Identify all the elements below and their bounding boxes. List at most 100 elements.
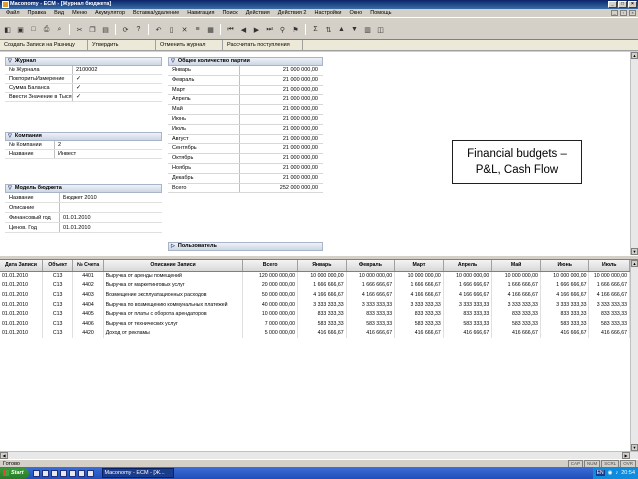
table-cell[interactable]: 4402 bbox=[72, 280, 104, 291]
refresh-icon[interactable]: ⟳ bbox=[120, 24, 131, 35]
lower-vertical-scrollbar[interactable]: ▲ ▼ bbox=[630, 260, 638, 451]
table-cell[interactable]: 7 000 000,00 bbox=[242, 318, 299, 329]
scroll-left-icon[interactable]: ◀ bbox=[0, 452, 8, 459]
table-cell[interactable]: 583 333,33 bbox=[443, 318, 493, 329]
table-cell[interactable]: С13 bbox=[42, 290, 74, 300]
table-cell[interactable]: С13 bbox=[42, 318, 74, 329]
table-cell[interactable]: 10 000 000,00 bbox=[297, 271, 347, 281]
column-header[interactable]: Описание Записи bbox=[103, 260, 244, 272]
table-cell[interactable]: 833 333,33 bbox=[394, 309, 444, 319]
period-value[interactable]: 21 000 000,00 bbox=[240, 125, 323, 134]
scroll-down-icon[interactable]: ▼ bbox=[631, 248, 638, 255]
scroll-down-icon[interactable]: ▼ bbox=[631, 444, 638, 451]
doc-restore-button[interactable]: ▫ bbox=[620, 10, 627, 16]
table-cell[interactable]: 4401 bbox=[72, 271, 104, 281]
period-value[interactable]: 21 000 000,00 bbox=[240, 115, 323, 124]
upper-vertical-scrollbar[interactable]: ▲ ▼ bbox=[630, 52, 638, 255]
doc-icon[interactable]: ▯ bbox=[166, 24, 177, 35]
quick-launch-icon[interactable] bbox=[86, 469, 94, 477]
table-cell[interactable]: 10 000 000,00 bbox=[346, 271, 396, 281]
table-cell[interactable]: 4405 bbox=[72, 309, 104, 319]
table-cell[interactable]: 4 166 666,67 bbox=[540, 290, 590, 300]
table-cell[interactable]: 3 333 333,33 bbox=[346, 299, 396, 310]
help-icon[interactable]: ? bbox=[133, 24, 144, 35]
table-cell[interactable]: 583 333,33 bbox=[588, 318, 630, 329]
table-row[interactable]: 01.01.2010 С13 4420 Доход от рекламы 5 000 0… bbox=[0, 328, 630, 339]
column-header[interactable]: Январь bbox=[297, 260, 347, 272]
cancel-journal-button[interactable]: Отменить журнал bbox=[156, 39, 223, 51]
first-record-icon[interactable]: ⏮ bbox=[225, 24, 236, 35]
table-cell[interactable]: 833 333,33 bbox=[588, 309, 630, 319]
quick-launch-icon[interactable] bbox=[41, 469, 49, 477]
balance-sum-checkbox[interactable]: ✓ bbox=[73, 84, 162, 92]
table-cell[interactable]: 833 333,33 bbox=[297, 309, 347, 319]
table-cell[interactable]: 583 333,33 bbox=[491, 318, 541, 329]
table-cell[interactable]: 10 000 000,00 bbox=[443, 271, 493, 281]
table-cell[interactable]: 416 666,67 bbox=[491, 328, 541, 339]
table-cell[interactable]: С13 bbox=[42, 299, 74, 310]
menu-actions-2[interactable]: Действия 2 bbox=[274, 9, 311, 18]
quick-launch-icon[interactable] bbox=[68, 469, 76, 477]
sum-icon[interactable]: Σ bbox=[310, 24, 321, 35]
table-cell[interactable]: С13 bbox=[42, 271, 74, 281]
table-cell[interactable]: 4 166 666,67 bbox=[394, 290, 444, 300]
save-icon[interactable]: ▣ bbox=[15, 24, 26, 35]
table-cell[interactable]: 4 166 666,67 bbox=[346, 290, 396, 300]
filter-icon[interactable]: ⚑ bbox=[290, 24, 301, 35]
table-cell[interactable]: 3 333 333,33 bbox=[540, 299, 590, 310]
doc-minimize-button[interactable]: _ bbox=[611, 10, 618, 16]
table-cell[interactable]: 583 333,33 bbox=[394, 318, 444, 329]
repeat-dimension-checkbox[interactable]: ✓ bbox=[73, 75, 162, 83]
print-icon[interactable]: ⎙ bbox=[41, 24, 52, 35]
column-header[interactable]: Объект bbox=[42, 260, 74, 272]
table-cell[interactable]: 40 000 000,00 bbox=[242, 299, 299, 310]
table-row[interactable]: 01.01.2010 С13 4401 Выручка от аренды помещ… bbox=[0, 271, 630, 281]
table-cell[interactable]: 416 666,67 bbox=[297, 328, 347, 339]
menu-settings[interactable]: Настройки bbox=[310, 9, 345, 18]
price-year-field[interactable]: 01.01.2010 bbox=[60, 223, 162, 232]
start-button[interactable]: Start bbox=[0, 467, 29, 479]
table-cell[interactable]: 833 333,33 bbox=[491, 309, 541, 319]
table-cell[interactable]: 1 666 666,67 bbox=[443, 280, 493, 291]
table-cell[interactable]: 3 333 333,33 bbox=[297, 299, 347, 310]
quick-launch-icon[interactable] bbox=[59, 469, 67, 477]
table-cell[interactable]: С13 bbox=[42, 280, 74, 291]
table-cell[interactable]: 1 666 666,67 bbox=[297, 280, 347, 291]
fiscal-year-field[interactable]: 01.01.2010 bbox=[60, 213, 162, 222]
table-cell[interactable]: 3 333 333,33 bbox=[491, 299, 541, 310]
list-icon[interactable]: ≡ bbox=[192, 24, 203, 35]
table-cell[interactable]: 1 666 666,67 bbox=[346, 280, 396, 291]
taskbar-app-button[interactable]: Maconomy - ECM - [Ж... bbox=[101, 468, 174, 478]
table-row[interactable]: 01.01.2010 С13 4402 Выручка от маркетинговы… bbox=[0, 280, 630, 291]
menu-help[interactable]: Помощь bbox=[366, 9, 395, 18]
table-cell[interactable]: 01.01.2010 bbox=[0, 299, 43, 310]
table-cell[interactable]: 3 333 333,33 bbox=[394, 299, 444, 310]
menu-view[interactable]: Вид bbox=[50, 9, 68, 18]
table-cell[interactable]: 833 333,33 bbox=[443, 309, 493, 319]
last-record-icon[interactable]: ⏭ bbox=[264, 24, 275, 35]
budget-model-panel-header[interactable]: ▽ Модель бюджета bbox=[5, 184, 162, 193]
journal-number-field[interactable]: 2100002 bbox=[73, 66, 162, 74]
table-cell[interactable]: 120 000 000,00 bbox=[242, 271, 299, 281]
table-cell[interactable]: 583 333,33 bbox=[346, 318, 396, 329]
table-cell[interactable]: 4 166 666,67 bbox=[443, 290, 493, 300]
table-cell[interactable]: 1 666 666,67 bbox=[540, 280, 590, 291]
table-cell[interactable]: 01.01.2010 bbox=[0, 280, 43, 291]
menu-edit[interactable]: Правка bbox=[24, 9, 51, 18]
binoculars-icon[interactable]: ⚲ bbox=[277, 24, 288, 35]
table-cell[interactable]: Выручка от аренды помещений bbox=[103, 271, 244, 281]
company-name-field[interactable]: Инвест bbox=[55, 150, 162, 158]
period-value[interactable]: 21 000 000,00 bbox=[240, 174, 323, 183]
table-row[interactable]: 01.01.2010 С13 4405 Выручка от платы с обор… bbox=[0, 309, 630, 319]
doc-close-button[interactable]: × bbox=[629, 10, 636, 16]
table-cell[interactable]: 3 333 333,33 bbox=[588, 299, 630, 310]
column-header[interactable]: Апрель bbox=[443, 260, 493, 272]
model-description-field[interactable] bbox=[60, 203, 162, 212]
table-row[interactable]: 01.01.2010 С13 4403 Возмещение эксплуатацио… bbox=[0, 290, 630, 300]
scroll-up-icon[interactable]: ▲ bbox=[631, 260, 638, 267]
calculate-receipts-button[interactable]: Рассчитать поступления bbox=[223, 39, 303, 51]
thousands-checkbox[interactable]: ✓ bbox=[73, 93, 162, 101]
quick-launch-icon[interactable] bbox=[32, 469, 40, 477]
column-header[interactable]: Март bbox=[394, 260, 444, 272]
table-cell[interactable]: 01.01.2010 bbox=[0, 309, 43, 319]
